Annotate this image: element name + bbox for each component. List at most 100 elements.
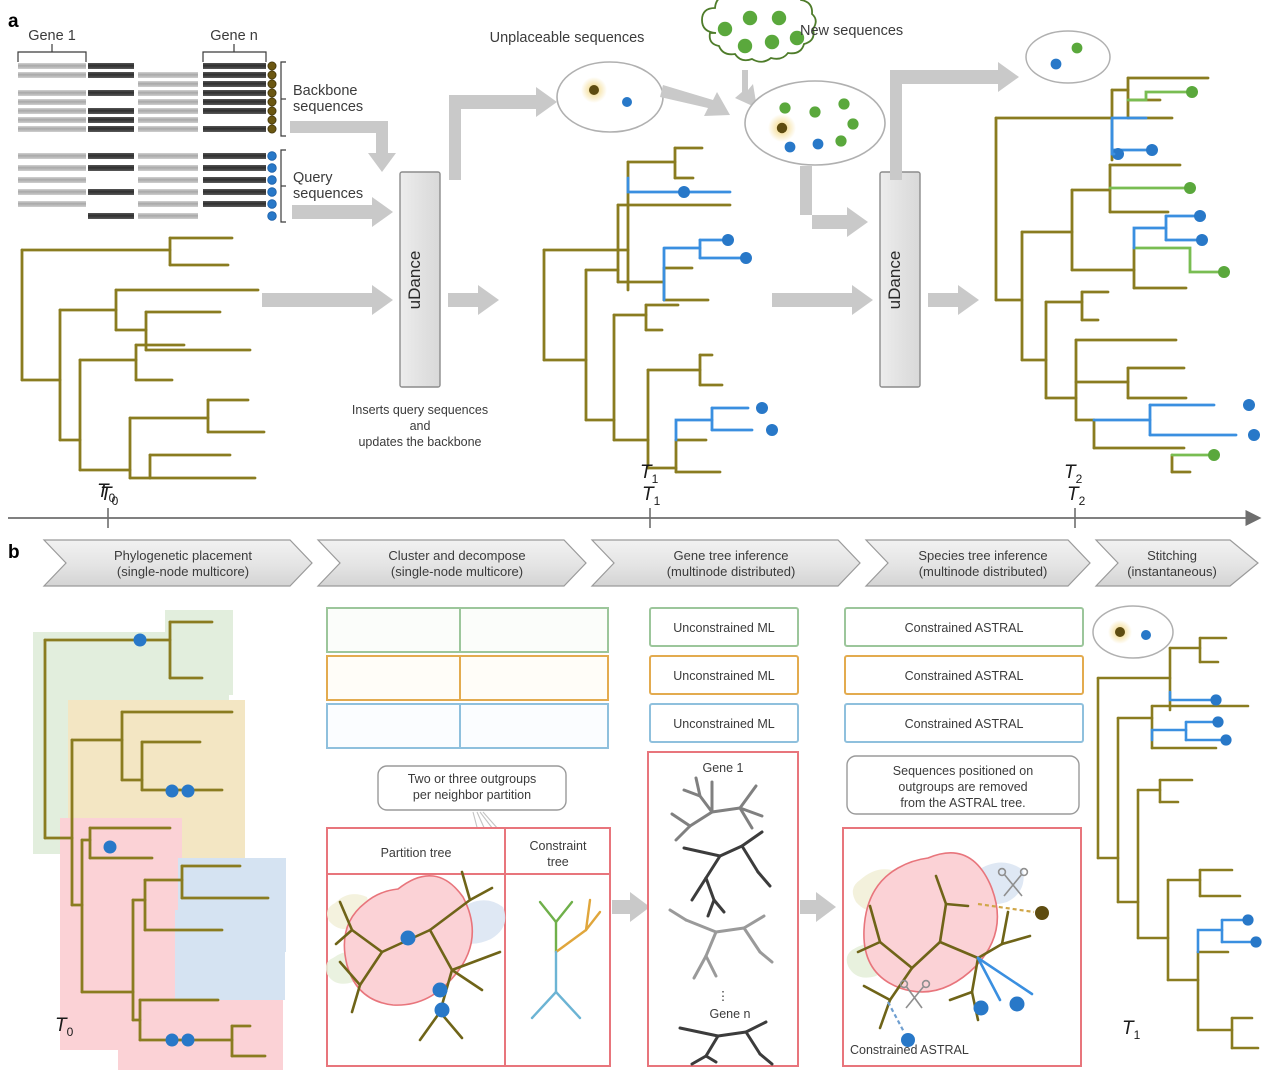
stage-chevron-3-line1: Species tree inference: [918, 548, 1047, 563]
unconstrained-ml-box-2[interactable]: Unconstrained ML: [649, 703, 799, 743]
constrained-astral-label-1: Constrained ASTRAL: [905, 669, 1024, 683]
stage-chevron-4-line2: (instantaneous): [1127, 564, 1217, 579]
astral-query-dot-2: [1009, 996, 1025, 1012]
arrow-udance1-to-unplaceable: [449, 87, 557, 180]
astral-callout-line2: outgroups are removed: [898, 780, 1027, 794]
clade-pink-bottom: [118, 1000, 283, 1070]
alignment-matrix-backbone: [18, 63, 266, 132]
unconstrained-ml-box-1[interactable]: Unconstrained ML: [649, 655, 799, 695]
merged-green-dot-1: [779, 102, 791, 114]
stage-chevron-1[interactable]: Cluster and decompose (single-node multi…: [316, 539, 587, 587]
stage-chevron-3-line2: (multinode distributed): [919, 564, 1048, 579]
clade-gold-right: [113, 700, 245, 810]
constraint-tree-label-line2: tree: [547, 855, 569, 869]
unplaceable-olive-dot: [589, 85, 599, 95]
udance-caption-line1: Inserts query sequences: [352, 403, 488, 417]
partition-row-2: [326, 703, 609, 749]
panel-b-residual-oval: [1092, 605, 1174, 659]
figure-root: a Gene 1 Gene n Backbone sequences Query…: [0, 0, 1280, 1070]
tree-t0-panel-a: [20, 236, 266, 480]
tree-t1-label-panel-b: T1: [1122, 1018, 1141, 1042]
arrow-genes-to-astral: [800, 892, 836, 922]
tree-t2-panel-a-new-green: [1108, 90, 1222, 457]
timeline-label-0: T0: [100, 484, 119, 508]
backbone-tip-dots: [267, 61, 277, 134]
unconstrained-ml-label-1: Unconstrained ML: [673, 669, 774, 683]
stage-chevron-2[interactable]: Gene tree inference (multinode distribut…: [590, 539, 861, 587]
backbone-label-line1: Backbone: [293, 83, 358, 99]
residual-blue-dot: [1050, 58, 1062, 70]
outgroups-callout-line1: Two or three outgroups: [408, 772, 537, 786]
arrow-udance2-to-oval2: [890, 62, 1019, 180]
timeline-label-2: T2: [1067, 484, 1086, 508]
gene-last-label: Gene n: [210, 28, 258, 44]
stage-chevron-0[interactable]: Phylogenetic placement (single-node mult…: [42, 539, 313, 587]
merged-blue-dot-2: [812, 138, 824, 150]
constrained-astral-box-1[interactable]: Constrained ASTRAL: [844, 655, 1084, 695]
gene-box-ellipsis: ⋮: [717, 989, 730, 1003]
gene-trees-box: Gene 1 ⋮ Gene n: [647, 751, 799, 1067]
new-sequences-cloud: [701, 0, 817, 63]
merged-green-dot-4: [847, 118, 859, 130]
astral-callout-line1: Sequences positioned on: [893, 764, 1033, 778]
astral-query-dot-1: [973, 1000, 989, 1016]
partition-query-dot-3: [434, 1002, 450, 1018]
gene-box-last-label: Gene n: [709, 1007, 750, 1021]
constrained-astral-panel-label: Constrained ASTRAL: [850, 1043, 969, 1057]
merged-blue-dot-1: [784, 141, 796, 153]
unplaceable-label: Unplaceable sequences: [490, 30, 645, 46]
timeline-label-1: T1: [642, 484, 661, 508]
tree-t2-panel-a: [994, 76, 1210, 474]
query-label-line2: sequences: [293, 186, 363, 202]
partition-query-dot-1: [400, 930, 416, 946]
partition-query-dot-2: [432, 982, 448, 998]
figure-canvas: a Gene 1 Gene n Backbone sequences Query…: [8, 0, 1262, 1070]
stage-chevron-3[interactable]: Species tree inference (multinode distri…: [864, 539, 1091, 587]
partition-row-1: [326, 655, 609, 701]
constrained-astral-label-0: Constrained ASTRAL: [905, 621, 1024, 635]
gene-box-first-label: Gene 1: [702, 761, 743, 775]
stage-chevron-0-line1: Phylogenetic placement: [114, 548, 252, 563]
new-sequences-label: New sequences: [800, 23, 903, 39]
merged-oval: [744, 80, 886, 166]
stage-chevron-2-line1: Gene tree inference: [674, 548, 789, 563]
arrow-unplaceable-to-merged: [660, 85, 730, 116]
merged-olive-dot: [776, 122, 788, 134]
unconstrained-ml-label-2: Unconstrained ML: [673, 717, 774, 731]
partition-row-0: [326, 607, 609, 653]
unconstrained-ml-box-0[interactable]: Unconstrained ML: [649, 607, 799, 647]
merged-green-dot-5: [835, 135, 847, 147]
arrow-merged-to-udance2: [800, 166, 868, 237]
constrained-astral-panel: Constrained ASTRAL: [842, 827, 1082, 1067]
constrained-astral-box-2[interactable]: Constrained ASTRAL: [844, 703, 1084, 743]
stage-chevron-1-line1: Cluster and decompose: [388, 548, 525, 563]
arrow-udance1-to-t1: [448, 285, 499, 315]
alignment-matrix-query: [18, 153, 266, 219]
unconstrained-ml-label-0: Unconstrained ML: [673, 621, 774, 635]
backbone-label-line2: sequences: [293, 99, 363, 115]
stage-chevron-4[interactable]: Stitching (instantaneous): [1094, 539, 1259, 587]
merged-green-dot-2: [809, 106, 821, 118]
outgroups-callout: Two or three outgroups per neighbor part…: [377, 765, 567, 811]
tree-t1-panel-b-dots: [1210, 694, 1262, 948]
constrained-astral-box-0[interactable]: Constrained ASTRAL: [844, 607, 1084, 647]
outgroups-callout-line2: per neighbor partition: [413, 788, 531, 802]
partition-tree-label: Partition tree: [381, 846, 452, 860]
arrow-udance2-to-t2: [928, 285, 979, 315]
udance-box-1-label: uDance: [405, 251, 424, 310]
unplaceable-oval: [556, 61, 664, 133]
residual-green-dot: [1071, 42, 1083, 54]
residual-oval: [1025, 30, 1111, 84]
tree-t1-label-panel-a: T1: [640, 462, 659, 486]
arrow-backbone-to-udance: [290, 121, 396, 172]
tree-t1-panel-a: [542, 146, 732, 474]
clade-blue-upper: [178, 858, 286, 952]
constraint-tree-label-line1: Constraint: [530, 839, 587, 853]
astral-callout-line3: from the ASTRAL tree.: [900, 796, 1025, 810]
gene-first-label: Gene 1: [28, 28, 76, 44]
gene-brackets: [17, 44, 267, 62]
arrow-tree-to-udance: [262, 285, 393, 315]
query-tip-dots: [267, 151, 277, 221]
udance-caption-line3: updates the backbone: [358, 435, 481, 449]
udance-box-2-label: uDance: [885, 251, 904, 310]
